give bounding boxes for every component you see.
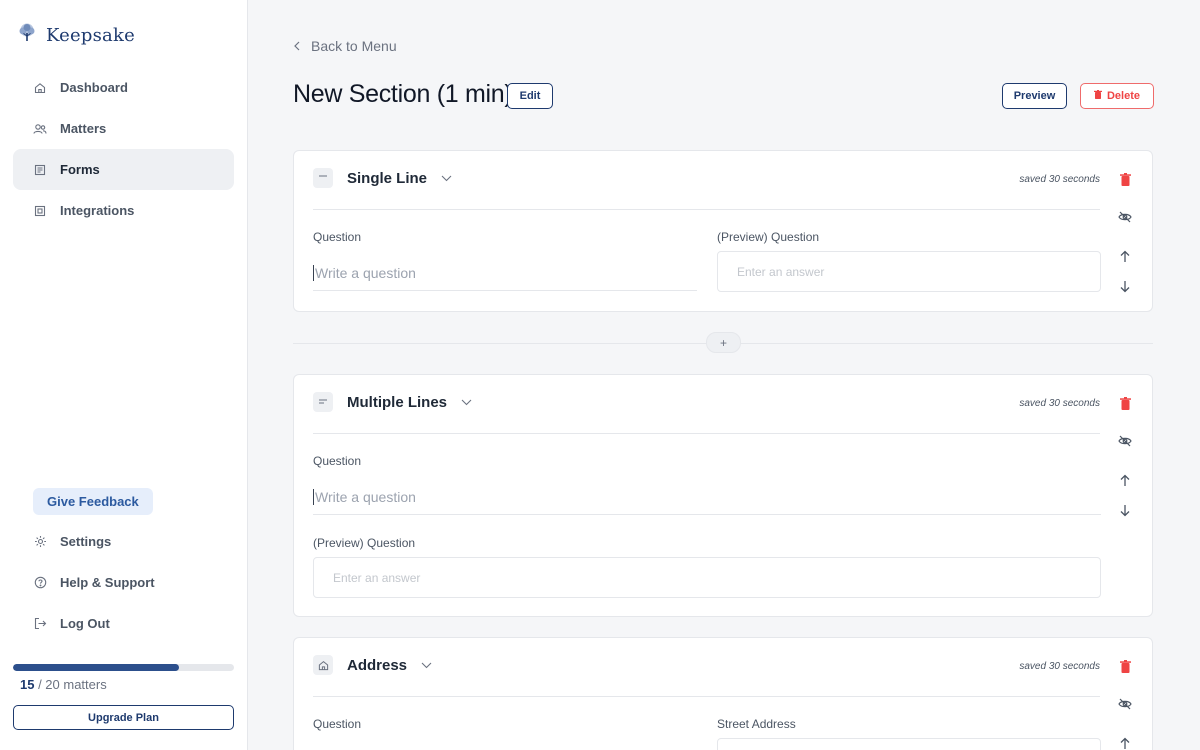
- sidebar-item-matters[interactable]: Matters: [13, 108, 234, 149]
- add-field-button[interactable]: +: [706, 332, 741, 353]
- multi-line-icon: [313, 392, 333, 412]
- back-to-menu-link[interactable]: Back to Menu: [293, 38, 397, 54]
- trash-icon[interactable]: [1117, 171, 1133, 187]
- answer-placeholder: Enter an answer: [737, 264, 825, 279]
- text-caret: [313, 264, 314, 281]
- app-name: Keepsake: [46, 25, 135, 46]
- sidebar-item-label: Integrations: [60, 203, 135, 218]
- usage-total: / 20 matters: [34, 677, 107, 692]
- sidebar-item-label: Dashboard: [60, 80, 128, 95]
- preview-question-label: (Preview) Question: [313, 536, 416, 550]
- sidebar-item-label: Log Out: [60, 616, 110, 631]
- sidebar-nav: Dashboard Matters Forms Integrations: [13, 67, 234, 231]
- sidebar-item-help[interactable]: Help & Support: [13, 562, 234, 603]
- saved-status: saved 30 seconds: [1019, 174, 1100, 185]
- usage-progress-bar: [13, 664, 234, 671]
- give-feedback-button[interactable]: Give Feedback: [33, 488, 153, 515]
- home-icon: [33, 81, 47, 95]
- eye-off-icon[interactable]: [1117, 209, 1133, 225]
- trash-icon[interactable]: [1117, 658, 1133, 674]
- usage-progress-fill: [13, 664, 179, 671]
- preview-answer-input[interactable]: Enter an answer: [313, 557, 1101, 598]
- saved-status: saved 30 seconds: [1019, 661, 1100, 672]
- card-header: Single Line: [313, 168, 452, 188]
- arrow-up-icon[interactable]: [1117, 735, 1133, 750]
- eye-off-icon[interactable]: [1117, 696, 1133, 712]
- preview-answer-input[interactable]: Enter an answer: [717, 251, 1101, 292]
- gear-icon: [33, 535, 47, 549]
- sidebar-item-integrations[interactable]: Integrations: [13, 190, 234, 231]
- logo[interactable]: Keepsake: [16, 22, 135, 49]
- question-input[interactable]: Write a question: [313, 255, 697, 291]
- eye-off-icon[interactable]: [1117, 433, 1133, 449]
- field-type-label: Single Line: [347, 169, 428, 187]
- sidebar-item-label: Help & Support: [60, 575, 155, 590]
- tree-logo-icon: [16, 22, 38, 49]
- trash-icon[interactable]: [1117, 395, 1133, 411]
- sidebar-item-label: Matters: [60, 121, 107, 136]
- chevron-down-icon[interactable]: [441, 175, 452, 182]
- question-card: Single Line saved 30 seconds Question Wr…: [293, 150, 1153, 312]
- sidebar-item-forms[interactable]: Forms: [13, 149, 234, 190]
- chevron-left-icon: [293, 38, 301, 54]
- question-input[interactable]: Write a question: [313, 479, 1101, 515]
- card-divider: [313, 696, 1100, 697]
- question-label: Question: [313, 717, 362, 731]
- main-content: Back to Menu New Section (1 min) Edit Pr…: [248, 0, 1200, 750]
- question-placeholder: Write a question: [315, 264, 416, 281]
- users-icon: [33, 122, 47, 136]
- single-line-icon: [313, 168, 333, 188]
- sidebar-item-label: Settings: [60, 534, 112, 549]
- sidebar-item-settings[interactable]: Settings: [13, 521, 234, 562]
- sidebar-item-logout[interactable]: Log Out: [13, 603, 234, 644]
- trash-icon: [1093, 90, 1102, 102]
- question-card: Address saved 30 seconds Question Street…: [293, 637, 1153, 750]
- sidebar-item-dashboard[interactable]: Dashboard: [13, 67, 234, 108]
- integrations-icon: [33, 204, 47, 218]
- home-icon: [313, 655, 333, 675]
- usage-count: 15: [20, 677, 35, 692]
- question-card: Multiple Lines saved 30 seconds Question: [293, 374, 1153, 617]
- field-type-label: Multiple Lines: [347, 393, 448, 411]
- saved-status: saved 30 seconds: [1019, 398, 1100, 409]
- card-header: Address: [313, 655, 432, 675]
- delete-label: Delete: [1106, 90, 1141, 102]
- help-icon: [33, 576, 47, 590]
- logout-icon: [33, 617, 47, 631]
- sidebar: Keepsake Dashboard Matters Forms Integra…: [0, 0, 248, 750]
- form-icon: [33, 163, 47, 177]
- arrow-up-icon[interactable]: [1117, 248, 1133, 264]
- street-address-input[interactable]: [717, 738, 1101, 750]
- delete-button[interactable]: Delete: [1080, 83, 1154, 109]
- text-caret: [313, 488, 314, 505]
- chevron-down-icon[interactable]: [461, 399, 472, 406]
- question-label: Question: [313, 230, 362, 244]
- question-label: Question: [313, 454, 362, 468]
- arrow-down-icon[interactable]: [1117, 278, 1133, 294]
- usage-text: 15 / 20 matters: [20, 677, 107, 692]
- field-type-label: Address: [347, 656, 408, 674]
- back-label: Back to Menu: [311, 38, 397, 54]
- page-title: New Section (1 min): [293, 80, 513, 108]
- arrow-down-icon[interactable]: [1117, 502, 1133, 518]
- answer-placeholder: Enter an answer: [333, 570, 421, 585]
- plus-icon: +: [719, 335, 727, 350]
- sidebar-bottom-nav: Settings Help & Support Log Out: [13, 521, 234, 644]
- card-divider: [313, 209, 1100, 210]
- arrow-up-icon[interactable]: [1117, 472, 1133, 488]
- sidebar-item-label: Forms: [60, 162, 100, 177]
- card-divider: [313, 433, 1100, 434]
- card-header: Multiple Lines: [313, 392, 472, 412]
- preview-question-label: (Preview) Question: [717, 230, 820, 244]
- preview-button[interactable]: Preview: [1002, 83, 1067, 109]
- question-placeholder: Write a question: [315, 488, 416, 505]
- edit-button[interactable]: Edit: [507, 83, 553, 109]
- upgrade-plan-button[interactable]: Upgrade Plan: [13, 705, 234, 730]
- chevron-down-icon[interactable]: [421, 662, 432, 669]
- street-address-label: Street Address: [717, 717, 796, 731]
